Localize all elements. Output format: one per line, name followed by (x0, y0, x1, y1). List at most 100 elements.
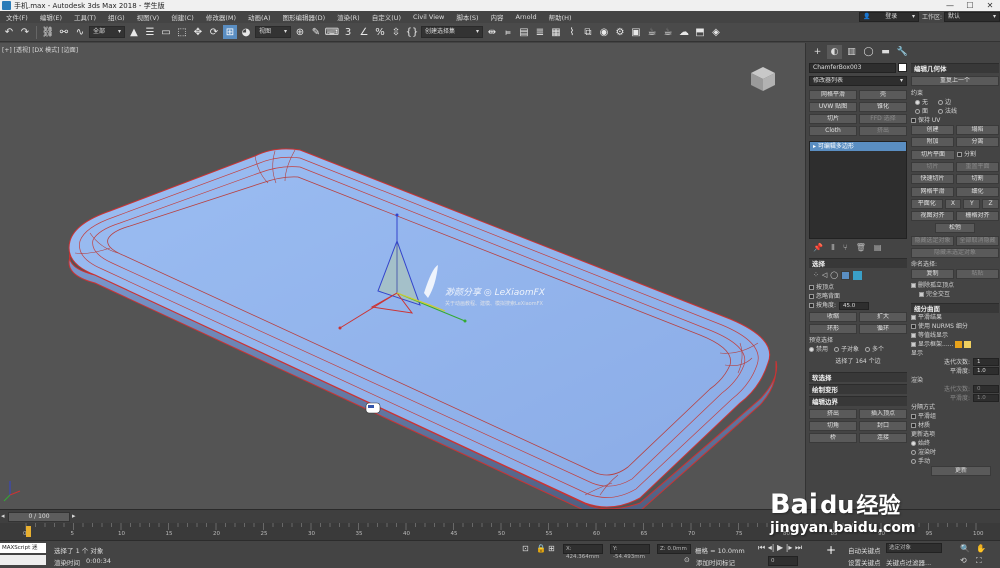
selection-rollout-header[interactable]: 选择 (809, 258, 907, 268)
cage-color-1[interactable] (955, 341, 963, 348)
bind-spacewarp-icon[interactable]: ∿ (73, 25, 87, 39)
keyboard-shortcut-icon[interactable]: ⌨ (325, 25, 339, 39)
maxscript-input[interactable] (0, 555, 46, 565)
chamfer-button[interactable]: 切角 (809, 421, 857, 431)
menu-scripting[interactable]: 脚本(S) (450, 12, 484, 22)
cage-color-2[interactable] (964, 341, 972, 348)
grid-align-button[interactable]: 栅格对齐 (956, 211, 999, 221)
menu-views[interactable]: 视图(V) (131, 12, 166, 22)
absolute-mode-icon[interactable]: ⊞ (548, 544, 555, 553)
orbit-icon[interactable]: ⟲ (960, 556, 967, 565)
insert-vertex-button[interactable]: 插入顶点 (859, 409, 907, 419)
login-dropdown[interactable]: 👤 登录 ▾ (858, 12, 919, 22)
modify-tab-icon[interactable]: ◐ (827, 44, 842, 59)
pivot-center-icon[interactable]: ⊕ (293, 25, 307, 39)
menu-file[interactable]: 文件(F) (0, 12, 34, 22)
menu-tools[interactable]: 工具(T) (68, 12, 102, 22)
rendered-frame-icon[interactable]: ▣ (629, 25, 643, 39)
subdivision-rollout[interactable]: 细分曲面 (911, 303, 999, 313)
mod-ffd-button[interactable]: FFD 选择 (859, 114, 907, 124)
iterations-spinner[interactable]: 1 (973, 358, 999, 366)
render-smoothness-spinner[interactable]: 1.0 (973, 394, 999, 402)
mod-uvw-button[interactable]: UVW 贴图 (809, 102, 857, 112)
planar-y-button[interactable]: Y (963, 199, 981, 209)
select-manipulate-icon[interactable]: ✎ (309, 25, 323, 39)
window-crossing-icon[interactable]: ⬚ (175, 25, 189, 39)
spinner-snap-icon[interactable]: ⇳ (389, 25, 403, 39)
paint-deformation-rollout[interactable]: 绘制变形 (809, 384, 907, 394)
by-vertex-checkbox[interactable]: 按顶点 (809, 283, 907, 292)
layer-explorer-icon[interactable]: ≣ (533, 25, 547, 39)
detach-button[interactable]: 分离 (956, 137, 999, 147)
polygon-level-icon[interactable] (841, 271, 851, 280)
preview-multi-radio[interactable]: 多个 (865, 345, 884, 354)
key-filters-button[interactable]: 关键点过滤器... (886, 557, 931, 567)
isoline-display-checkbox[interactable]: 等值线显示 (911, 331, 999, 340)
modifier-stack[interactable]: ▸ 可编辑多边形 (809, 141, 907, 239)
collapse-button[interactable]: 塌陷 (956, 125, 999, 135)
smoothing-groups-checkbox[interactable]: 平滑组 (911, 412, 999, 421)
copy-button[interactable]: 复制 (911, 269, 954, 279)
make-unique-icon[interactable]: ⑂ (843, 243, 848, 252)
mod-slice-button[interactable]: 切片 (809, 114, 857, 124)
time-slider-knob[interactable]: 0 / 100 (8, 512, 70, 522)
border-level-icon[interactable]: ◯ (830, 271, 838, 280)
display-tab-icon[interactable]: ▬ (878, 45, 893, 59)
configure-sets-icon[interactable]: ▤ (874, 243, 882, 252)
cut-button[interactable]: 切割 (956, 174, 999, 184)
named-selection-dropdown[interactable]: 创建选择集 ▾ (421, 26, 483, 38)
current-frame-field[interactable]: 0 (768, 556, 798, 566)
update-rendering-radio[interactable]: 渲染时 (911, 448, 999, 457)
playback-controls-icon[interactable]: ⏮ ◂| ▶ |▸ ⏭ (758, 543, 802, 553)
select-object-icon[interactable]: ▲ (127, 25, 141, 39)
object-color-swatch[interactable] (898, 63, 907, 72)
constraint-face-radio[interactable]: 面 (915, 107, 928, 116)
shrink-button[interactable]: 收缩 (809, 312, 857, 322)
constraint-none-radio[interactable]: 无 (915, 98, 928, 107)
reset-plane-button[interactable]: 重置平面 (956, 162, 999, 172)
smooth-result-checkbox[interactable]: 平滑结果 (911, 313, 999, 322)
preview-off-radio[interactable]: 禁用 (809, 345, 828, 354)
mod-extrude-button[interactable]: 挤出 (859, 126, 907, 136)
constraint-normal-radio[interactable]: 法线 (938, 107, 957, 116)
time-prev-icon[interactable]: ◂ (1, 512, 5, 520)
isolate-icon[interactable]: ⊡ (522, 544, 529, 553)
repeat-last-button[interactable]: 重复上一个 (911, 76, 999, 86)
smoothness-spinner[interactable]: 1.0 (973, 367, 999, 375)
scale-icon[interactable]: ⊞ (223, 25, 237, 39)
material-editor-icon[interactable]: ◉ (597, 25, 611, 39)
hide-selected-button[interactable]: 隐藏选定对象 (911, 236, 954, 246)
angle-spinner[interactable]: 45.0 (839, 301, 870, 310)
ring-button[interactable]: 环形 (809, 324, 857, 334)
pan-icon[interactable]: ✋ (976, 544, 986, 553)
current-frame-marker[interactable] (26, 526, 31, 537)
menu-content[interactable]: 内容 (485, 12, 510, 22)
tessellate-button[interactable]: 细化 (956, 187, 999, 197)
x-coordinate[interactable]: X: 424.364mm (563, 544, 603, 560)
mirror-icon[interactable]: ⇹ (485, 25, 499, 39)
menu-arnold[interactable]: Arnold (510, 13, 543, 21)
menu-customize[interactable]: 自定义(U) (366, 12, 407, 22)
menu-rendering[interactable]: 渲染(R) (331, 12, 366, 22)
constraint-edge-radio[interactable]: 边 (938, 98, 951, 107)
mod-meshsmooth-button[interactable]: 网格平滑 (809, 90, 857, 100)
menu-help[interactable]: 帮助(H) (543, 12, 578, 22)
undo-icon[interactable]: ↶ (2, 25, 16, 39)
element-level-icon[interactable] (853, 271, 863, 280)
menu-group[interactable]: 组(G) (102, 12, 131, 22)
render-iterations-spinner[interactable]: 0 (973, 385, 999, 393)
selection-filter-dropdown[interactable]: 全部 ▾ (89, 26, 125, 38)
edit-geometry-rollout[interactable]: 编辑几何体 (911, 63, 999, 73)
attach-button[interactable]: 附加 (911, 137, 954, 147)
hierarchy-tab-icon[interactable]: ▥ (844, 45, 859, 59)
menu-animation[interactable]: 动画(A) (242, 12, 277, 22)
slice-plane-button[interactable]: 切片平面 (911, 150, 955, 160)
materials-checkbox[interactable]: 材质 (911, 421, 999, 430)
delete-isolated-checkbox[interactable]: 删除孤立顶点 (911, 281, 999, 290)
split-checkbox[interactable]: 分割 (957, 150, 999, 160)
meshsmooth-button[interactable]: 网格平滑 (911, 187, 954, 197)
edge-level-icon[interactable]: ◁ (822, 271, 827, 280)
arnold-icon[interactable]: ◈ (709, 25, 723, 39)
remove-modifier-icon[interactable]: 🗑 (856, 243, 866, 252)
by-angle-checkbox[interactable]: 按角度: (809, 301, 836, 310)
